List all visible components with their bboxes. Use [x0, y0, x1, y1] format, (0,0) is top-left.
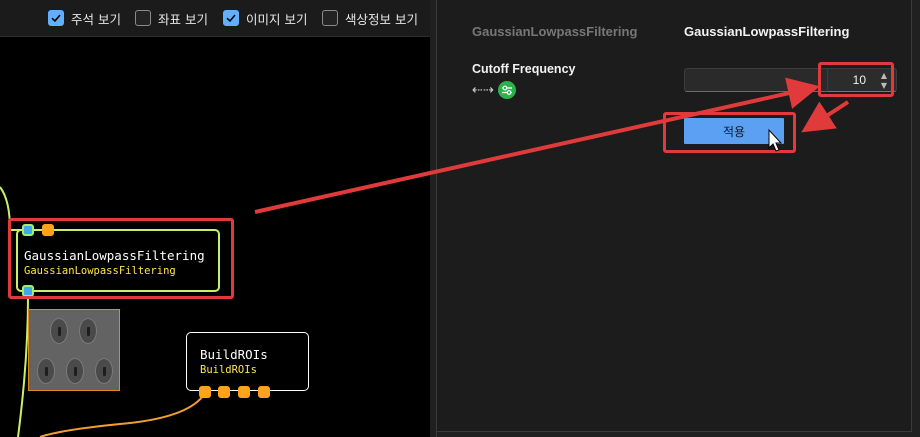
node-subtitle: BuildROIs — [200, 364, 257, 376]
wire-build-rois — [39, 392, 206, 437]
param-label: Cutoff Frequency — [472, 62, 576, 76]
node-title: BuildROIs — [200, 347, 268, 362]
highlight-box-node — [8, 218, 234, 299]
param-port[interactable] — [218, 386, 230, 398]
sliders-icon — [501, 85, 512, 95]
image-thumbnail[interactable] — [28, 309, 120, 391]
param-port[interactable] — [238, 386, 250, 398]
swap-arrows-icon[interactable]: ⇠⇢ — [472, 83, 494, 98]
highlight-box-apply-button — [663, 112, 796, 153]
cutoff-slider[interactable] — [684, 68, 829, 92]
node-build-rois[interactable]: BuildROIs BuildROIs — [186, 332, 309, 391]
highlight-box-number-input — [818, 62, 894, 97]
param-port[interactable] — [199, 386, 211, 398]
node-type-label: GaussianLowpassFiltering — [472, 24, 638, 39]
param-port[interactable] — [258, 386, 270, 398]
param-icons: ⇠⇢ — [472, 80, 516, 100]
settings-icon[interactable] — [497, 81, 516, 99]
node-name-label: GaussianLowpassFiltering — [684, 24, 850, 39]
wire-output — [17, 296, 29, 437]
